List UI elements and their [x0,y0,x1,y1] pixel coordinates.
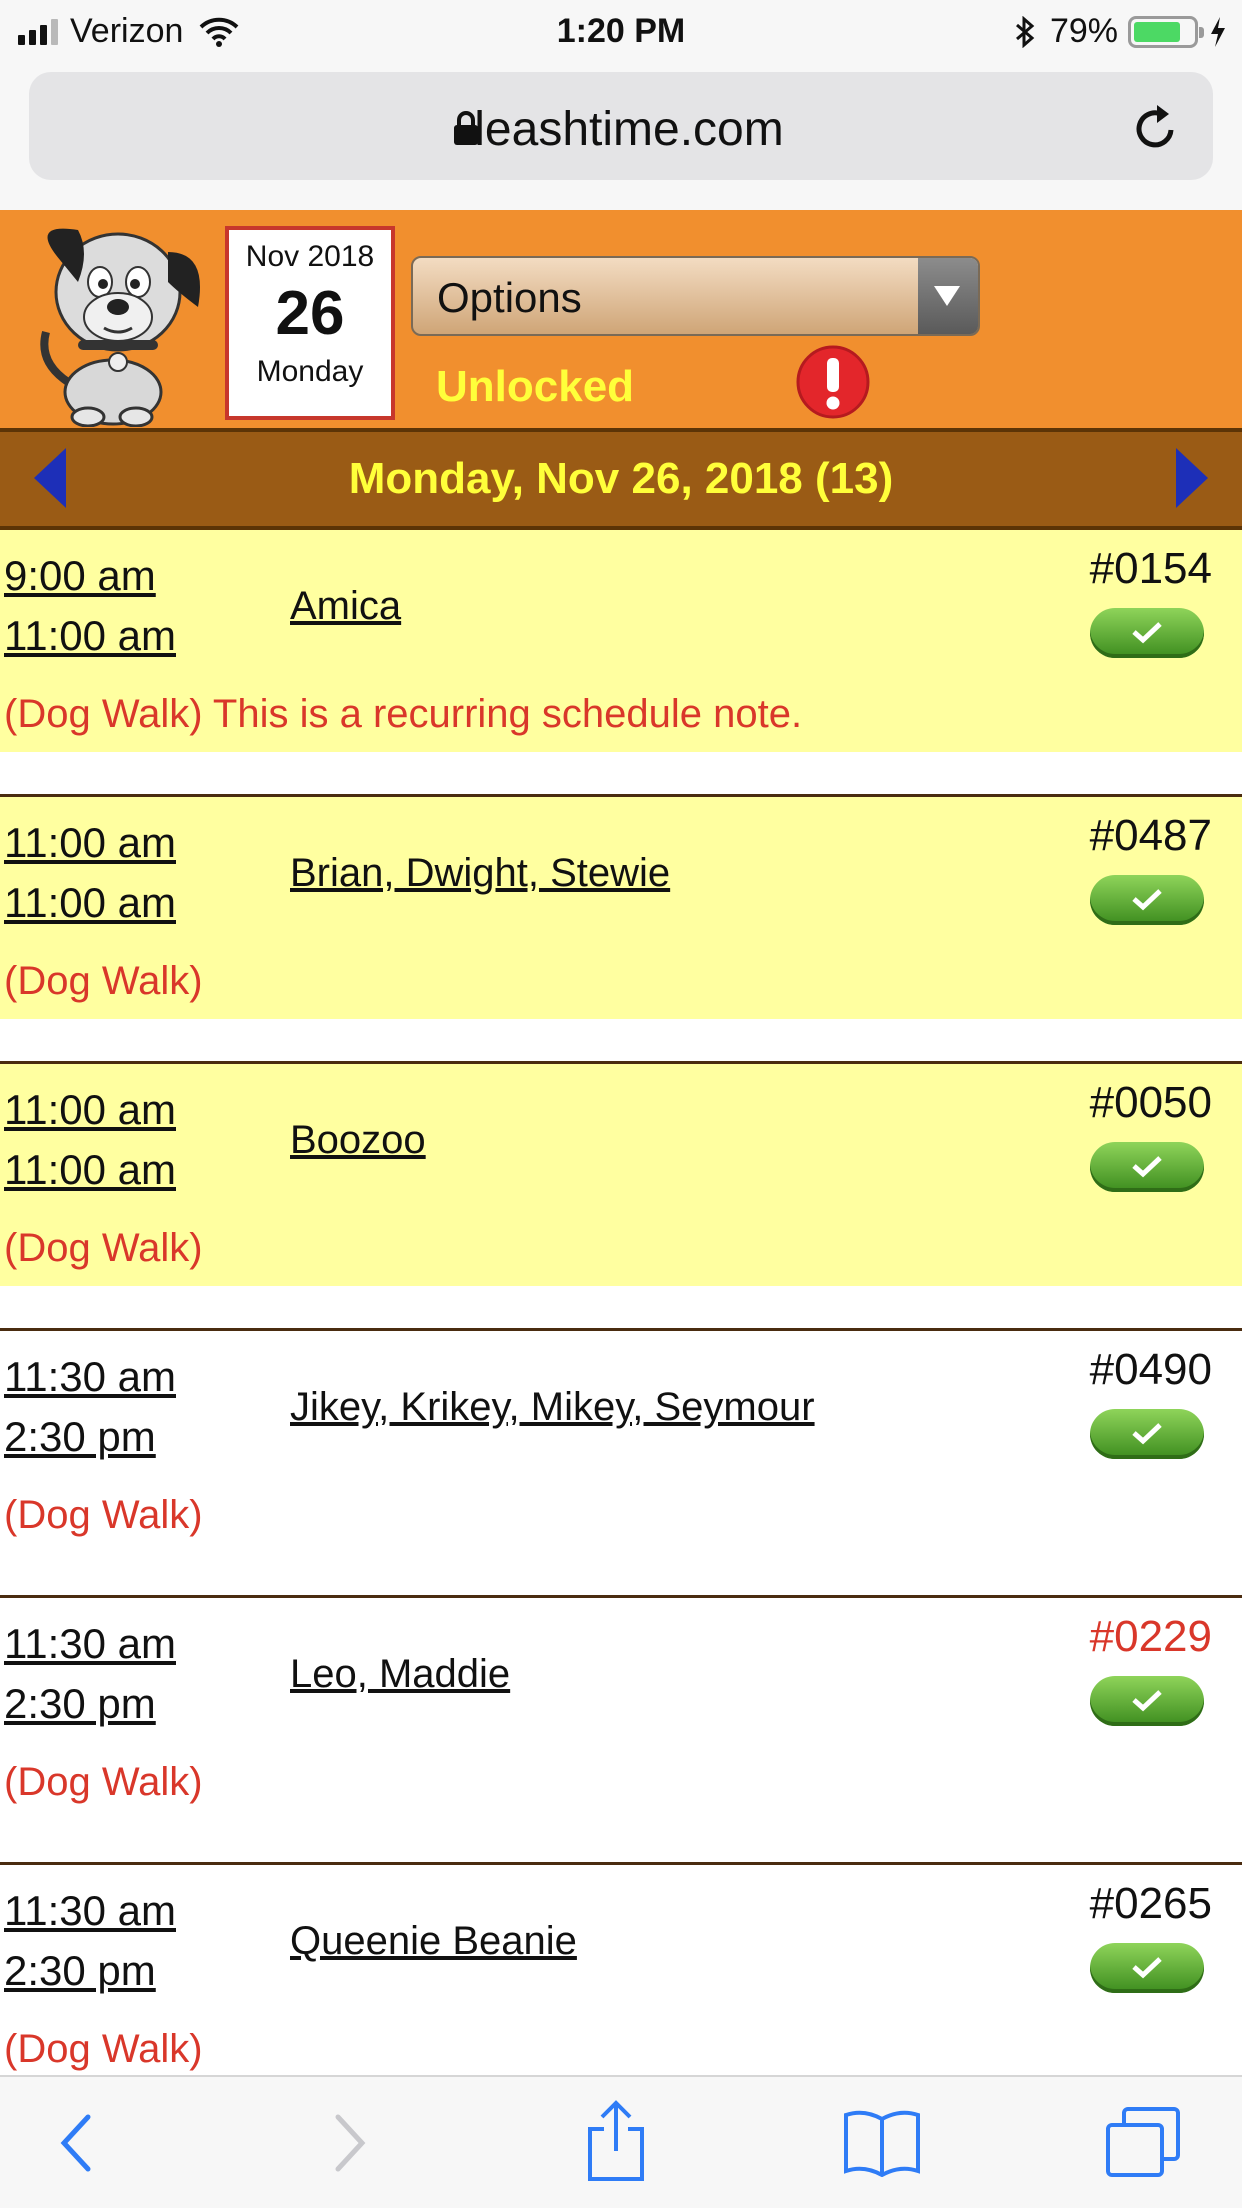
right-triangle-icon[interactable] [1172,446,1212,510]
visit-list: 9:00 am 11:00 am Amica #0154 (Dog Walk) … [0,530,1242,2132]
date-nav-bar: Monday, Nov 26, 2018 (13) [0,428,1242,530]
browser-address-area: leashtime.com [0,64,1242,210]
visit-pets-link[interactable]: Jikey, Krikey, Mikey, Seymour [290,1385,815,1430]
visit-note: (Dog Walk) [4,1760,203,1804]
visit-row: 11:00 am 11:00 am Brian, Dwight, Stewie … [0,797,1242,1064]
options-label: Options [437,274,582,321]
battery-percent: 79% [1049,12,1118,50]
forward-icon[interactable] [330,2111,370,2175]
visit-start-time[interactable]: 11:30 am [4,1620,176,1668]
visit-start-time[interactable]: 11:30 am [4,1353,176,1401]
date-weekday: Monday [256,355,364,388]
browser-toolbar [0,2075,1242,2208]
complete-visit-button[interactable] [1090,608,1204,658]
visit-pets-link[interactable]: Amica [290,584,401,629]
visit-pets-link[interactable]: Leo, Maddie [290,1652,510,1697]
charging-bolt-icon [1211,16,1225,47]
complete-visit-button[interactable] [1090,1676,1204,1726]
exclamation-alert-icon[interactable] [795,344,871,420]
bookmarks-icon[interactable] [842,2107,922,2177]
visit-start-time[interactable]: 11:00 am [4,1086,176,1134]
visit-end-time[interactable]: 11:00 am [4,879,176,927]
visit-row: 11:00 am 11:00 am Boozoo #0050 (Dog Walk… [0,1064,1242,1331]
visit-number: #0154 [1089,544,1212,593]
visit-number: #0487 [1089,811,1212,860]
complete-visit-button[interactable] [1090,875,1204,925]
url-text: leashtime.com [474,103,784,156]
date-day: 26 [275,279,345,348]
visit-start-time[interactable]: 11:30 am [4,1887,176,1935]
options-dropdown[interactable]: Options [411,256,980,336]
address-bar[interactable]: leashtime.com [29,72,1213,180]
app-header: Nov 2018 26 Monday Options Unlocked [0,210,1242,428]
share-icon[interactable] [584,2099,648,2183]
visit-note: (Dog Walk) [4,959,203,1003]
checkmark-icon [1132,1156,1162,1178]
visit-start-time[interactable]: 9:00 am [4,552,156,600]
visit-start-time[interactable]: 11:00 am [4,819,176,867]
visit-number: #0050 [1089,1078,1212,1127]
battery-icon [1128,15,1204,48]
checkmark-icon [1132,1957,1162,1979]
visit-pets-link[interactable]: Boozoo [290,1118,426,1163]
bluetooth-icon [1015,15,1035,48]
visit-end-time[interactable]: 2:30 pm [4,1680,156,1728]
back-icon[interactable] [56,2111,96,2175]
visit-number: #0229 [1089,1612,1212,1661]
visit-note: (Dog Walk) [4,1226,203,1270]
visit-row: 11:30 am 2:30 pm Leo, Maddie #0229 (Dog … [0,1598,1242,1865]
visit-row: 9:00 am 11:00 am Amica #0154 (Dog Walk) … [0,530,1242,797]
date-month: Nov 2018 [245,240,375,273]
chevron-down-icon [918,258,978,334]
complete-visit-button[interactable] [1090,1142,1204,1192]
reload-icon[interactable] [1133,102,1179,152]
visit-end-time[interactable]: 11:00 am [4,1146,176,1194]
complete-visit-button[interactable] [1090,1409,1204,1459]
visit-note: (Dog Walk) [4,1493,203,1537]
visit-pets-link[interactable]: Brian, Dwight, Stewie [290,851,670,896]
checkmark-icon [1132,622,1162,644]
checkmark-icon [1132,889,1162,911]
checkmark-icon [1132,1690,1162,1712]
dog-mascot-icon[interactable] [18,212,208,427]
visit-end-time[interactable]: 2:30 pm [4,1413,156,1461]
status-bar: Verizon 1:20 PM 79% [0,0,1242,64]
lock-status[interactable]: Unlocked [436,362,634,412]
visit-note: (Dog Walk) [4,2027,203,2071]
tabs-icon[interactable] [1104,2105,1184,2179]
battery-fill [1134,21,1180,42]
complete-visit-button[interactable] [1090,1943,1204,1993]
date-box[interactable]: Nov 2018 26 Monday [225,226,395,420]
visit-row: 11:30 am 2:30 pm Jikey, Krikey, Mikey, S… [0,1331,1242,1598]
visit-end-time[interactable]: 11:00 am [4,612,176,660]
checkmark-icon [1132,1423,1162,1445]
visit-pets-link[interactable]: Queenie Beanie [290,1919,577,1964]
visit-end-time[interactable]: 2:30 pm [4,1947,156,1995]
visit-number: #0265 [1089,1879,1212,1928]
visit-number: #0490 [1089,1345,1212,1394]
status-right: 79% [1014,12,1226,51]
date-bar-title: Monday, Nov 26, 2018 (13) [348,454,894,503]
visit-note: (Dog Walk) This is a recurring schedule … [4,692,803,736]
